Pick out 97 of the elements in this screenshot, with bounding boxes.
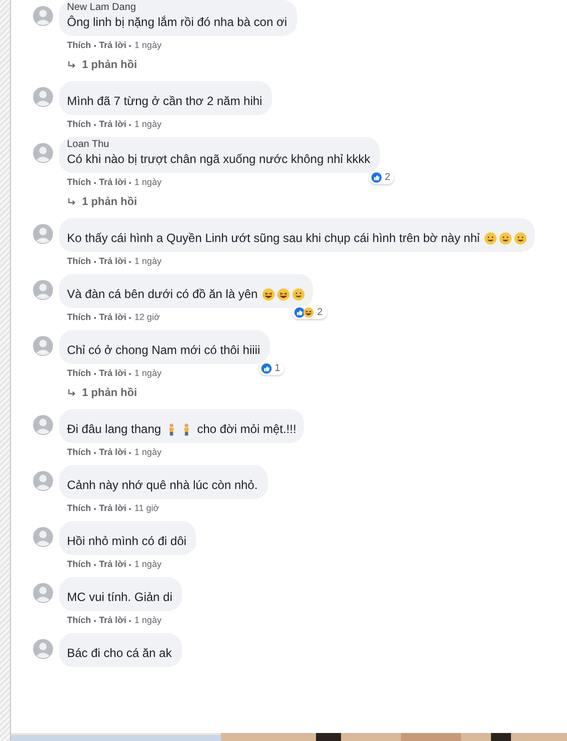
reply-arrow-icon xyxy=(67,197,77,207)
comment-action-link[interactable]: Thích xyxy=(67,119,91,130)
dot-separator xyxy=(94,564,96,566)
comment-action-link[interactable]: Thích xyxy=(67,256,91,267)
commenter-name[interactable]: Loan Thu xyxy=(67,139,372,151)
comment-time[interactable]: 12 giờ xyxy=(134,312,160,323)
dot-separator xyxy=(129,260,132,262)
comment-text: Đi đâu lang thang xyxy=(67,421,162,437)
comment-action-link[interactable]: Thích xyxy=(67,559,91,570)
dot-separator xyxy=(129,182,132,184)
replies-link[interactable]: 1 phản hồi xyxy=(67,195,137,209)
comment-text: MC vui tính. Giản di xyxy=(67,589,172,605)
reply-arrow-icon xyxy=(67,60,77,70)
reaction-count: 2 xyxy=(317,307,324,318)
comment-text: Mình đã 7 từng ở cần thơ 2 năm hihi xyxy=(67,93,262,109)
comment-time[interactable]: 1 ngày xyxy=(134,615,162,626)
comment-action-link[interactable]: Thích xyxy=(67,503,91,514)
comment-time[interactable]: 1 ngày xyxy=(134,368,162,379)
comment-text: cho đời mỏi mệt.!!! xyxy=(197,421,296,437)
smiley-icon xyxy=(292,288,305,300)
comment-time[interactable]: 1 ngày xyxy=(134,559,162,570)
reaction-badge[interactable]: 2 xyxy=(292,306,327,319)
smiley-icon xyxy=(484,232,497,244)
comment-action-link[interactable]: Thích xyxy=(67,368,91,379)
reaction-badge[interactable]: 1 xyxy=(258,362,284,375)
laughing-face-icon xyxy=(303,307,314,318)
comment-action-link[interactable]: Trả lời xyxy=(99,615,126,626)
comment-time[interactable]: 1 ngày xyxy=(134,119,162,130)
dot-separator xyxy=(129,508,132,510)
comment-action-link[interactable]: Trả lời xyxy=(99,503,126,514)
dot-separator xyxy=(129,44,132,46)
reaction-count: 1 xyxy=(274,363,282,374)
comment-action-link[interactable]: Trả lời xyxy=(99,312,126,323)
dot-separator xyxy=(94,508,96,510)
avatar-icon xyxy=(33,87,53,107)
dot-separator xyxy=(129,620,132,622)
comment-text: Cảnh này nhớ quê nhà lúc còn nhỏ. xyxy=(67,477,258,493)
comment-action-link[interactable]: Thích xyxy=(67,40,91,51)
comment-action-link[interactable]: Thích xyxy=(67,615,91,626)
dot-separator xyxy=(129,564,132,566)
dot-separator xyxy=(94,372,96,374)
dot-separator xyxy=(129,124,132,126)
avatar-icon xyxy=(33,639,53,659)
laughing-face-icon xyxy=(262,288,275,300)
reaction-badge[interactable]: 2 xyxy=(368,171,394,184)
dot-separator xyxy=(94,452,96,454)
comment-time[interactable]: 1 ngày xyxy=(134,447,162,458)
avatar-icon xyxy=(33,415,53,435)
smiley-icon xyxy=(514,232,527,244)
replies-link[interactable]: 1 phản hồi xyxy=(67,58,137,72)
like-icon xyxy=(260,363,272,374)
comment-text: Hồi nhỏ mình có đi dôi xyxy=(67,533,186,549)
comment-action-link[interactable]: Trả lời xyxy=(99,177,126,188)
dot-separator xyxy=(94,620,96,622)
comment-text: Bác đi cho cá ăn ak xyxy=(67,645,172,661)
dot-separator xyxy=(94,44,96,46)
comment-action-link[interactable]: Thích xyxy=(67,312,91,323)
comment-action-link[interactable]: Thích xyxy=(67,447,91,458)
comment-action-link[interactable]: Trả lời xyxy=(99,368,126,379)
comment-action-link[interactable]: Trả lời xyxy=(99,447,126,458)
comment-action-link[interactable]: Trả lời xyxy=(99,256,126,267)
reply-arrow-icon xyxy=(67,388,77,398)
dot-separator xyxy=(129,372,132,374)
avatar-icon xyxy=(33,143,53,163)
comment-action-link[interactable]: Thích xyxy=(67,177,91,188)
smiley-icon xyxy=(498,232,512,244)
comment-time[interactable]: 11 giờ xyxy=(134,503,160,514)
avatar-icon xyxy=(33,6,53,26)
like-icon xyxy=(370,172,382,183)
comment-time[interactable]: 1 ngày xyxy=(134,40,162,51)
dot-separator xyxy=(129,316,132,318)
avatar-icon xyxy=(33,471,53,491)
like-icon xyxy=(294,307,306,318)
dot-separator xyxy=(94,182,96,184)
dot-separator xyxy=(129,452,132,454)
avatar-icon xyxy=(33,527,53,547)
laughing-face-icon xyxy=(276,288,290,300)
avatar-icon xyxy=(33,583,53,603)
comment-text: Ông linh bị nặng lắm rồi đó nha bà con ơi xyxy=(67,14,288,30)
comment-text: Và đàn cá bên dưới có đồ ăn là yên xyxy=(67,286,258,302)
commenter-name[interactable]: New Lam Dang xyxy=(67,2,290,14)
avatar-icon xyxy=(33,224,53,244)
comment-time[interactable]: 1 ngày xyxy=(134,256,162,267)
dot-separator xyxy=(94,316,96,318)
comment-action-link[interactable]: Trả lời xyxy=(99,119,126,130)
comment-action-link[interactable]: Trả lời xyxy=(99,40,126,51)
replies-link[interactable]: 1 phản hồi xyxy=(67,386,137,400)
comment-text: Có khi nào bị trượt chân ngã xuống nước không nhỉ kkkk xyxy=(67,151,370,167)
dot-separator xyxy=(94,124,96,126)
reaction-count: 2 xyxy=(384,172,392,183)
comment-text: Ko thấy cái hình a Quyền Linh ướt sũng sau khi chụp cái hình trên bờ này nhỉ xyxy=(67,230,480,246)
dot-separator xyxy=(94,260,96,262)
comment-text: Chỉ có ở chong Nam mới có thôi hiiii xyxy=(67,342,260,358)
comment-action-link[interactable]: Trả lời xyxy=(99,559,126,570)
avatar-icon xyxy=(33,280,53,300)
comment-time[interactable]: 1 ngày xyxy=(134,177,162,188)
avatar-icon xyxy=(33,336,53,356)
